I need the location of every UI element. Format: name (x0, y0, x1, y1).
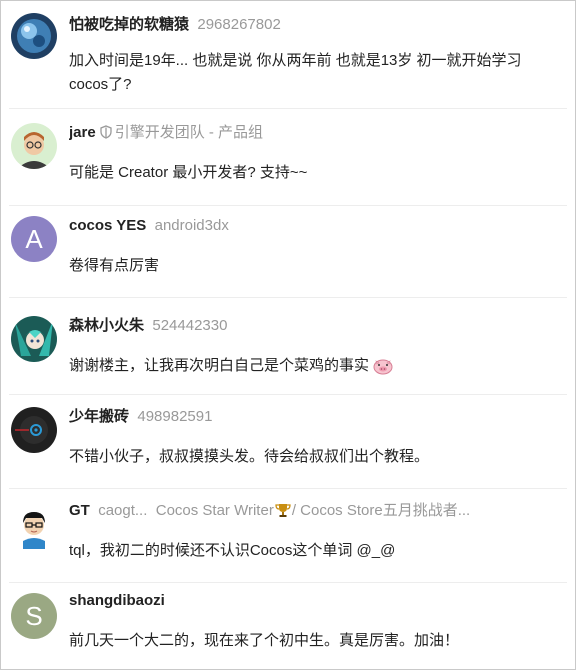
post-header: jare 引擎开发团队 - 产品组 (69, 123, 567, 143)
user-handle: caogt... (98, 502, 148, 519)
avatar-letter: A (25, 223, 43, 254)
username[interactable]: GT (69, 502, 90, 519)
dark-gear-avatar-icon (11, 407, 57, 453)
avatar[interactable] (11, 316, 57, 362)
username[interactable]: 怕被吃掉的软糖猿 (69, 16, 189, 33)
post-5: 少年搬砖 498982591 不错小伙子，叔叔摸摸头发。待会给叔叔们出个教程。 (1, 395, 575, 487)
post-body: 前几天一个大二的，现在来了个初中生。真是厉害。加油！ (69, 632, 460, 649)
boy-with-glasses-avatar-icon (11, 503, 57, 549)
user-title: 2968267802 (197, 16, 281, 33)
post-body: 可能是 Creator 最小开发者? 支持~~ (69, 164, 308, 181)
post-7: S shangdibaozi 前几天一个大二的，现在来了个初中生。真是厉害。加油… (1, 583, 575, 669)
avatar[interactable] (11, 13, 57, 59)
avatar[interactable] (11, 407, 57, 453)
post-body: 不错小伙子，叔叔摸摸头发。待会给叔叔们出个教程。 (69, 448, 430, 465)
user-title: 引擎开发团队 - 产品组 (114, 124, 264, 141)
post-header: 少年搬砖 498982591 (69, 407, 567, 427)
post-body: 谢谢楼主，让我再次明白自己是个菜鸡的事实 (69, 354, 555, 378)
cartoon-man-glasses-avatar-icon (11, 123, 57, 169)
post-body: 加入时间是19年... 也就是说 你从两年前 也就是13岁 初一就开始学习coc… (69, 52, 522, 93)
post-header: shangdibaozi (69, 591, 567, 611)
user-title: Cocos Star Writer (155, 502, 274, 519)
avatar[interactable]: S (11, 593, 57, 639)
post-body: 卷得有点厉害 (69, 257, 160, 274)
user-title-2: / Cocos Store五月挑战者... (291, 502, 471, 519)
post-4: 森林小火朱 524442330 谢谢楼主，让我再次明白自己是个菜鸡的事实 (1, 298, 575, 394)
comment-thread: 怕被吃掉的软糖猿 2968267802 加入时间是19年... 也就是说 你从两… (0, 0, 576, 670)
user-title: android3dx (154, 217, 229, 234)
post-2: jare 引擎开发团队 - 产品组 可能是 Creator 最小开发者? 支持~~ (1, 109, 575, 205)
avatar[interactable]: A (11, 216, 57, 262)
shield-icon (100, 125, 112, 139)
username[interactable]: 森林小火朱 (69, 317, 144, 334)
trophy-icon (275, 504, 291, 517)
username[interactable]: cocos YES (69, 217, 146, 234)
anime-character-avatar-icon (11, 316, 57, 362)
avatar[interactable] (11, 123, 57, 169)
post-header: 怕被吃掉的软糖猿 2968267802 (69, 15, 567, 35)
user-title: 524442330 (152, 317, 228, 334)
blue-sphere-avatar-icon (11, 13, 57, 59)
username[interactable]: jare (69, 124, 96, 141)
post-header: 森林小火朱 524442330 (69, 316, 567, 336)
avatar[interactable] (11, 503, 57, 549)
post-6: GT caogt... Cocos Star Writer / Cocos Sto… (1, 489, 575, 581)
post-text: 谢谢楼主，让我再次明白自己是个菜鸡的事实 (69, 357, 370, 374)
pig-face-icon (373, 359, 393, 375)
post-body: tql，我初二的时候还不认识Cocos这个单词 @_@ (69, 542, 396, 559)
post-3: A cocos YES android3dx 卷得有点厉害 (1, 206, 575, 296)
post-header: GT caogt... Cocos Star Writer / Cocos Sto… (69, 501, 567, 521)
post-1: 怕被吃掉的软糖猿 2968267802 加入时间是19年... 也就是说 你从两… (1, 1, 575, 107)
user-title: 498982591 (137, 408, 213, 425)
username[interactable]: shangdibaozi (69, 592, 165, 609)
username[interactable]: 少年搬砖 (69, 408, 129, 425)
post-header: cocos YES android3dx (69, 216, 567, 236)
avatar-letter: S (25, 600, 43, 631)
